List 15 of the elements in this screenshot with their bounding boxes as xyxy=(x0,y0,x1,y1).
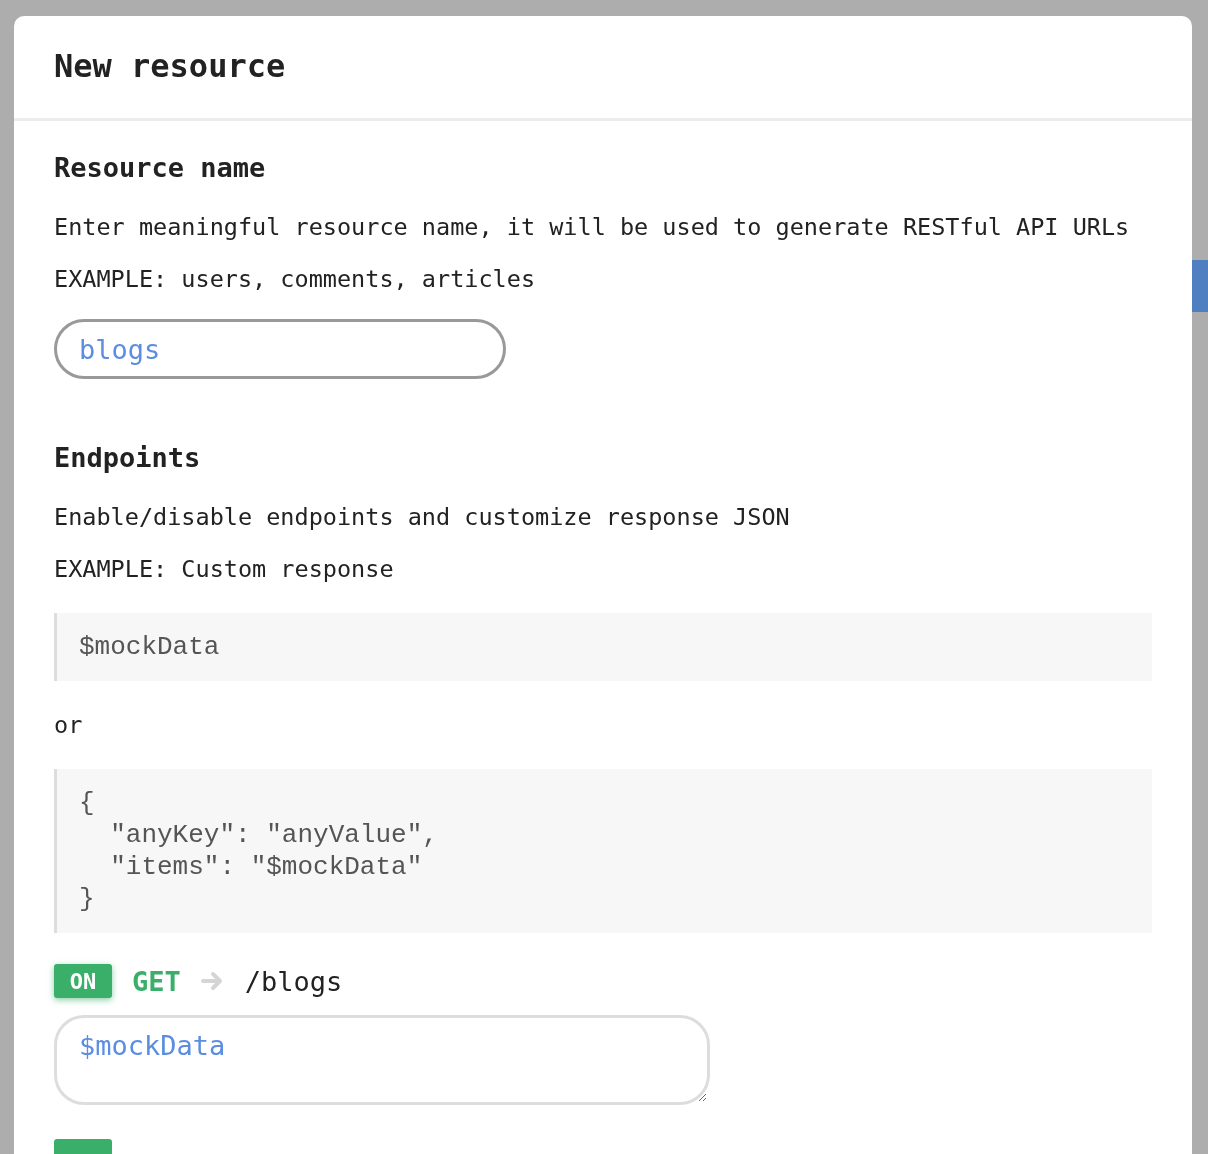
description-text: Enable/disable endpoints and customize response JSON xyxy=(54,502,791,533)
example-text: EXAMPLE: Custom response xyxy=(54,554,395,585)
modal-title: New resource xyxy=(54,46,287,86)
endpoint-path: /blogs xyxy=(244,965,343,997)
example-text: EXAMPLE: users, comments, articles xyxy=(54,264,537,295)
separator-text: or xyxy=(54,710,84,741)
section-heading: Endpoints xyxy=(54,441,202,475)
resource-name-field[interactable]: blogs xyxy=(54,319,506,379)
code-block: { "anyKey": "anyValue", "items": "$mockData" } xyxy=(54,769,1152,933)
response-field[interactable]: $mockData xyxy=(54,1015,710,1105)
http-method: GET xyxy=(132,965,181,997)
code-block: $mockData xyxy=(54,613,1152,681)
description-text: Enter meaningful resource name, it will be used to generate RESTful API URLs xyxy=(54,212,1131,243)
toggle-button[interactable]: ON xyxy=(54,964,112,998)
section-heading: Resource name xyxy=(54,151,267,185)
